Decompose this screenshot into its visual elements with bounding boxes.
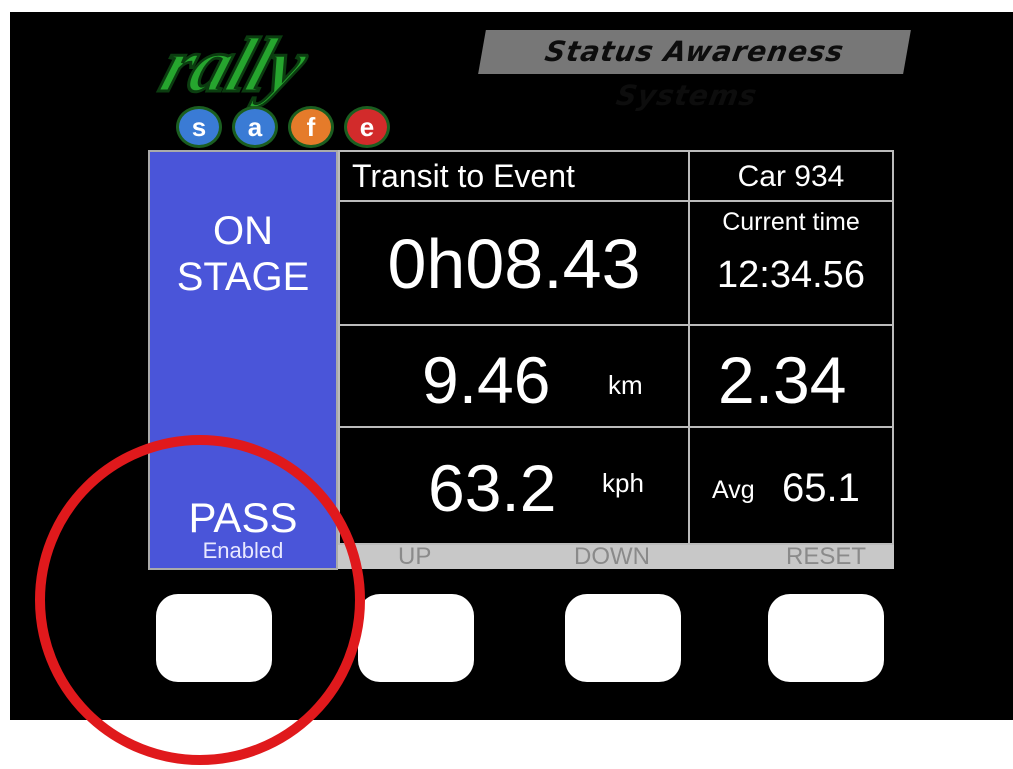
softkey-down-label: DOWN <box>574 543 650 570</box>
distance-unit: km <box>608 370 643 400</box>
status-line-on: ON <box>213 209 273 253</box>
logo-dot-f: f <box>288 106 334 148</box>
logo-dot-e: e <box>344 106 390 148</box>
stage-title: Transit to Event <box>352 158 575 194</box>
softkey-up-label: UP <box>398 543 432 570</box>
down-button[interactable] <box>565 594 681 682</box>
current-time-cell: Current time 12:34.56 <box>688 200 894 326</box>
status-line-stage: STAGE <box>176 255 310 299</box>
stage-timer: 0h08.43 <box>387 225 641 303</box>
tagline: Status Awareness Systems <box>478 30 911 112</box>
highlight-circle <box>35 435 365 765</box>
up-button[interactable] <box>358 594 474 682</box>
current-time-label: Current time <box>722 208 860 236</box>
right-value: 2.34 <box>718 343 847 417</box>
softkey-reset-label: RESET <box>786 543 867 570</box>
distance-cell: 9.46 km <box>338 324 690 428</box>
data-grid: Transit to Event Car 934 0h08.43 Current… <box>338 150 894 545</box>
car-number-cell: Car 934 <box>688 150 894 202</box>
distance-value: 9.46 <box>422 343 551 417</box>
speed-unit: kph <box>602 468 644 498</box>
car-number: Car 934 <box>737 160 845 193</box>
softkey-labels: UP DOWN RESET <box>338 545 894 569</box>
average-label: Avg <box>712 476 755 504</box>
stage-title-cell: Transit to Event <box>338 150 690 202</box>
average-value: 65.1 <box>782 466 860 510</box>
logo-dot-a: a <box>232 106 278 148</box>
logo-letter-dots: s a f e <box>176 106 390 148</box>
logo-word: rally <box>150 20 319 110</box>
right-value-cell: 2.34 <box>688 324 894 428</box>
speed-cell: 63.2 kph <box>338 426 690 545</box>
stage-timer-cell: 0h08.43 <box>338 200 690 326</box>
average-speed-cell: Avg 65.1 <box>688 426 894 545</box>
current-time-value: 12:34.56 <box>717 254 865 296</box>
reset-button[interactable] <box>768 594 884 682</box>
speed-value: 63.2 <box>428 451 557 525</box>
logo-dot-s: s <box>176 106 222 148</box>
rallysafe-logo: rally s a f e <box>140 18 460 148</box>
